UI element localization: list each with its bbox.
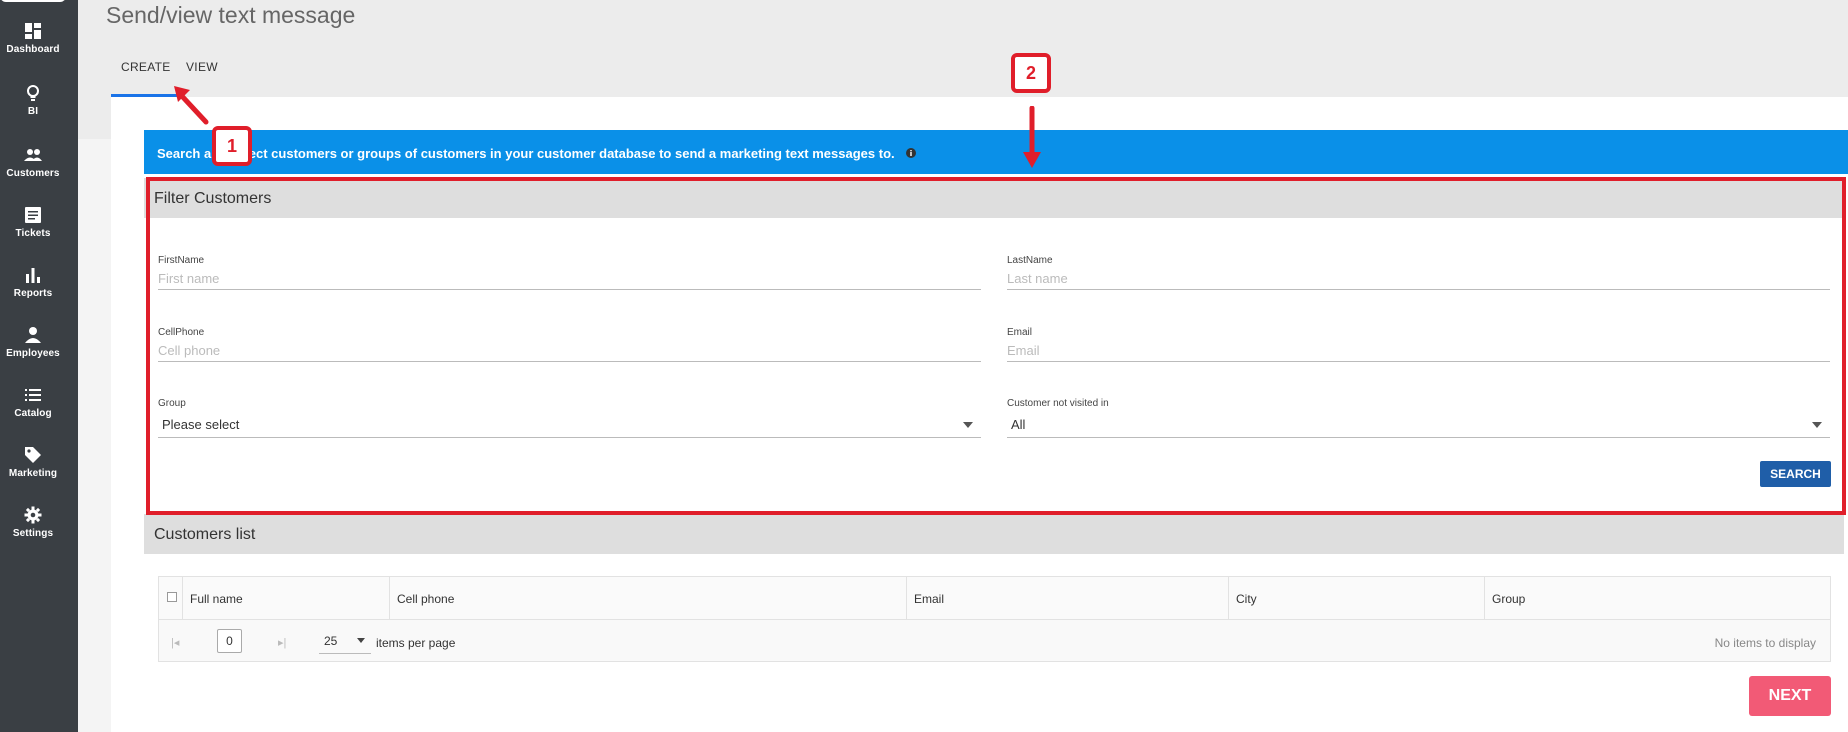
sidebar-item-reports[interactable]: Reports [0,266,66,299]
tab-create[interactable]: CREATE [121,60,171,74]
sidebar-item-label: BI [27,106,39,117]
customers-list-header: Customers list [144,514,1844,554]
sidebar-item-marketing[interactable]: Marketing [0,446,66,479]
customers-list-title: Customers list [154,526,256,543]
sidebar-item-employees[interactable]: Employees [0,326,66,359]
sidebar-item-label: Marketing [8,468,58,479]
next-button[interactable]: NEXT [1749,676,1831,716]
sidebar-item-label: Customers [6,168,60,179]
items-per-page-label: items per page [376,636,456,650]
annotation-callout-2: 2 [1011,53,1051,93]
sidebar-item-settings[interactable]: Settings [0,506,66,539]
info-banner-text: Search and select customers or groups of… [157,146,895,161]
list-icon [25,389,41,401]
grid-pager: |◂ 0 ▸| 25 items per page No items to di… [159,620,1830,663]
column-header-cell-phone[interactable]: Cell phone [390,577,907,620]
column-header-full-name[interactable]: Full name [183,577,390,620]
sidebar-item-label: Settings [12,528,54,539]
sidebar-item-label: Employees [6,348,60,359]
sidebar: Dashboard BI Customers Tickets Reports E… [0,0,78,732]
sidebar-item-bi[interactable]: BI [0,84,66,117]
empty-state-text: No items to display [1714,636,1816,650]
annotation-arrow-1 [174,86,209,125]
select-all-checkbox[interactable] [167,592,177,602]
column-header-city[interactable]: City [1229,577,1485,620]
last-page-icon[interactable]: ▸| [278,636,286,649]
logo [0,0,66,2]
sidebar-item-label: Dashboard [6,44,60,55]
page-number[interactable]: 0 [217,629,242,653]
column-header-label: Full name [190,592,243,606]
chevron-down-icon [357,638,365,643]
page-size-select[interactable]: 25 [319,626,371,654]
sidebar-item-label: Tickets [15,228,51,239]
column-header-label: Email [914,592,945,606]
first-page-icon[interactable]: |◂ [171,636,179,649]
ticket-icon [25,207,41,223]
select-all-column [159,577,183,620]
page-title: Send/view text message [106,2,356,28]
sidebar-item-tickets[interactable]: Tickets [0,206,66,239]
column-header-label: Group [1492,592,1526,606]
page-size-value: 25 [324,634,338,648]
people-icon [24,149,42,161]
content-gutter [78,139,111,732]
sidebar-item-catalog[interactable]: Catalog [0,386,66,419]
bar-chart-icon [26,268,40,283]
dashboard-icon [25,23,41,39]
annotation-arrow-2 [1023,106,1041,168]
sidebar-item-dashboard[interactable]: Dashboard [0,22,66,55]
sidebar-item-label: Reports [13,288,53,299]
sidebar-item-customers[interactable]: Customers [0,146,66,179]
customers-grid: Full name Cell phone Email City Group |◂… [158,576,1831,662]
tag-icon [25,447,41,463]
sidebar-item-label: Catalog [14,408,52,419]
column-header-label: City [1236,592,1257,606]
info-banner: Search and select customers or groups of… [144,130,1848,174]
annotation-highlight-box [146,177,1846,515]
annotation-callout-1: 1 [212,126,252,166]
person-icon [25,327,41,343]
tab-view[interactable]: VIEW [186,60,218,74]
gear-icon [24,506,42,524]
column-header-email[interactable]: Email [907,577,1229,620]
info-icon[interactable] [906,148,916,158]
grid-header: Full name Cell phone Email City Group [159,577,1830,620]
column-header-group[interactable]: Group [1485,577,1830,620]
lightbulb-icon [27,85,39,101]
column-header-label: Cell phone [397,592,455,606]
